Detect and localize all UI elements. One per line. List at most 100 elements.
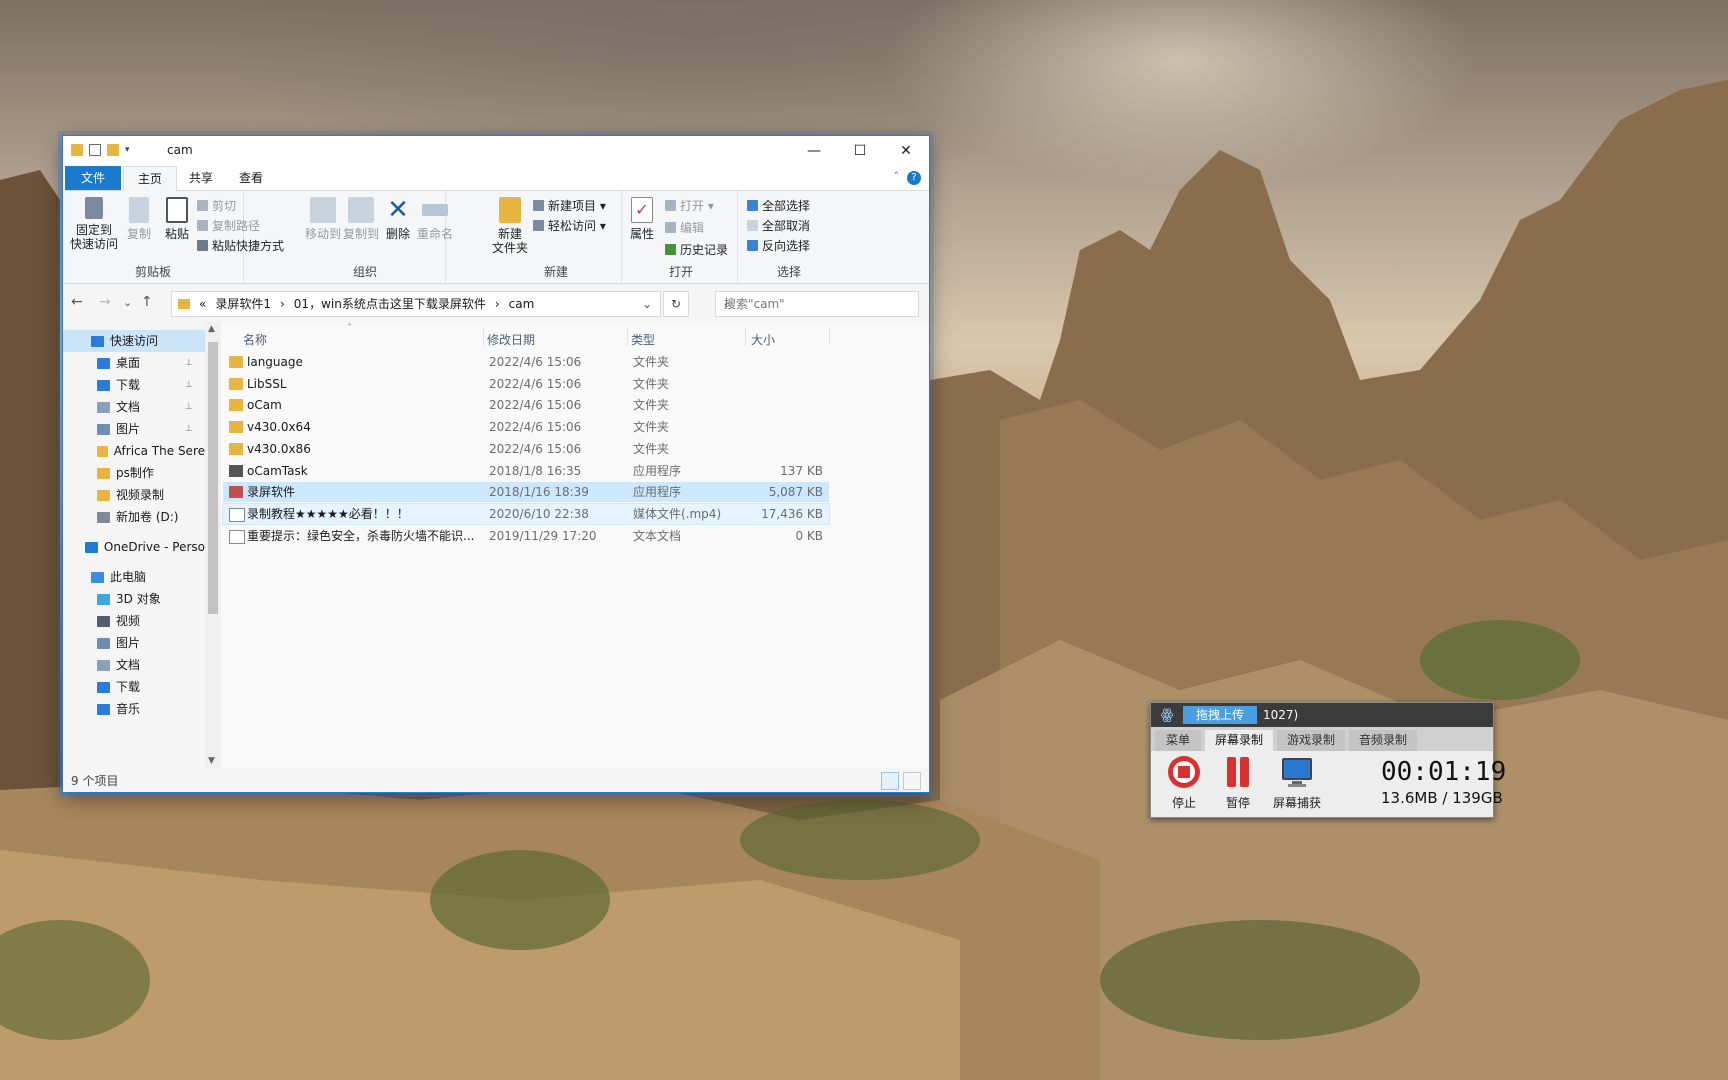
breadcrumb-item[interactable]: 录屏软件1 — [215, 292, 271, 316]
minimize-button[interactable]: — — [791, 136, 837, 166]
nav-item[interactable]: 快速访问 — [63, 330, 205, 352]
move-to-button[interactable]: 移动到 — [305, 197, 341, 241]
address-bar[interactable]: « 录屏软件1 › 01，win系统点击这里下载录屏软件 › cam ⌄ — [171, 291, 661, 317]
column-date[interactable]: 修改日期 — [487, 331, 535, 348]
screen-capture-button[interactable]: 屏幕捕获 — [1267, 755, 1327, 811]
nav-item[interactable]: 文档 ⊥ — [63, 396, 205, 418]
nav-item[interactable]: 音乐 — [63, 698, 205, 720]
properties-check-icon: ✓ — [631, 197, 653, 223]
breadcrumb-separator[interactable]: › — [280, 292, 285, 316]
nav-scrollbar[interactable]: ▲ ▼ — [205, 322, 221, 768]
recent-locations-button[interactable]: ⌄ — [123, 296, 132, 309]
select-all-button[interactable]: 全部选择 — [747, 197, 810, 214]
up-button[interactable]: ↑ — [141, 294, 153, 310]
title-bar[interactable]: ▾ cam — ☐ ✕ — [63, 136, 929, 166]
nav-item[interactable]: 下载 — [63, 676, 205, 698]
ocam-title-bar[interactable]: ꙮ 拖拽上传 1027) — [1151, 703, 1493, 727]
column-type[interactable]: 类型 — [631, 331, 655, 348]
easy-access-button[interactable]: 轻松访问 ▾ — [533, 217, 606, 234]
history-button[interactable]: 历史记录 — [665, 241, 728, 258]
pin-icon[interactable]: ⊥ — [185, 352, 193, 374]
file-row[interactable]: LibSSL 2022/4/6 15:06 文件夹 — [223, 374, 829, 394]
stop-button[interactable]: 停止 — [1159, 755, 1209, 811]
column-name[interactable]: 名称 — [243, 331, 267, 348]
column-size[interactable]: 大小 — [751, 331, 775, 348]
nav-item[interactable]: 新加卷 (D:) — [63, 506, 205, 528]
tab-audio-record[interactable]: 音频录制 — [1349, 730, 1417, 751]
copy-path-button[interactable]: 复制路径 — [197, 217, 260, 234]
open-button[interactable]: 打开 ▾ — [665, 197, 714, 214]
pin-icon[interactable]: ⊥ — [185, 374, 193, 396]
nav-item[interactable]: Africa The Sere — [63, 440, 205, 462]
nav-item[interactable]: 图片 — [63, 632, 205, 654]
tab-share[interactable]: 共享 — [179, 166, 223, 190]
paste-button[interactable]: 粘贴 — [159, 197, 195, 241]
tab-game-record[interactable]: 游戏录制 — [1277, 730, 1345, 751]
nav-item[interactable]: 视频录制 — [63, 484, 205, 506]
star-icon — [91, 335, 104, 347]
delete-button[interactable]: ✕ 删除 — [383, 197, 413, 241]
large-icons-view-icon[interactable] — [903, 772, 921, 790]
scroll-down-icon[interactable]: ▼ — [208, 756, 215, 766]
nav-item[interactable]: 视频 — [63, 610, 205, 632]
file-row[interactable]: 录制教程★★★★★必看！！！ 2020/6/10 22:38 媒体文件(.mp4) 1… — [222, 502, 830, 525]
stop-label: 停止 — [1171, 796, 1196, 810]
tab-view[interactable]: 查看 — [229, 166, 273, 190]
new-folder-icon[interactable] — [107, 144, 119, 156]
file-row[interactable]: 录屏软件 2018/1/16 18:39 应用程序 5,087 KB — [223, 482, 829, 503]
maximize-button[interactable]: ☐ — [837, 136, 883, 166]
new-item-button[interactable]: 新建项目 ▾ — [533, 197, 606, 214]
file-row[interactable]: language 2022/4/6 15:06 文件夹 — [223, 352, 829, 372]
pin-icon[interactable]: ⊥ — [185, 396, 193, 418]
scroll-up-icon[interactable]: ▲ — [208, 324, 215, 334]
breadcrumb-overflow[interactable]: « — [199, 292, 206, 316]
pause-button[interactable]: 暂停 — [1213, 755, 1263, 811]
help-icon[interactable]: ? — [907, 171, 921, 185]
scroll-thumb[interactable] — [208, 342, 218, 614]
close-button[interactable]: ✕ — [883, 136, 929, 166]
collapse-ribbon-icon[interactable]: ˄ — [894, 170, 900, 183]
nav-item[interactable]: 图片 ⊥ — [63, 418, 205, 440]
file-row[interactable]: v430.0x64 2022/4/6 15:06 文件夹 — [223, 417, 829, 437]
search-input[interactable]: 搜索"cam" ⌕ — [715, 291, 919, 317]
address-dropdown-icon[interactable]: ⌄ — [642, 292, 652, 316]
copy-button[interactable]: 复制 — [121, 197, 157, 241]
new-folder-button[interactable]: 新建 文件夹 — [491, 197, 529, 255]
properties-check-icon[interactable] — [89, 144, 101, 156]
forward-button[interactable]: → — [99, 294, 111, 310]
rename-button[interactable]: 重命名 — [413, 197, 457, 241]
edit-button[interactable]: 编辑 — [665, 219, 704, 236]
file-row[interactable]: v430.0x86 2022/4/6 15:06 文件夹 — [223, 439, 829, 459]
nav-item[interactable]: 桌面 ⊥ — [63, 352, 205, 374]
back-button[interactable]: ← — [71, 294, 83, 310]
file-row[interactable]: oCam 2022/4/6 15:06 文件夹 — [223, 395, 829, 415]
file-row[interactable]: oCamTask 2018/1/8 16:35 应用程序 137 KB — [223, 461, 829, 481]
file-row[interactable]: 重要提示：绿色安全，杀毒防火墙不能识... 2019/11/29 17:20 文本文… — [223, 526, 829, 546]
nav-item[interactable]: 此电脑 — [63, 566, 205, 588]
drag-upload-button[interactable]: 拖拽上传 — [1183, 706, 1257, 724]
refresh-button[interactable]: ↻ — [663, 291, 689, 317]
nav-item[interactable]: ps制作 — [63, 462, 205, 484]
nav-item[interactable]: 3D 对象 — [63, 588, 205, 610]
details-view-icon[interactable] — [881, 772, 899, 790]
pin-quick-access-button[interactable]: 固定到 快速访问 — [69, 197, 119, 251]
tab-screen-record[interactable]: 屏幕录制 — [1205, 730, 1273, 751]
pin-icon[interactable]: ⊥ — [185, 418, 193, 440]
copy-to-button[interactable]: 复制到 — [343, 197, 379, 241]
tab-menu[interactable]: 菜单 — [1155, 730, 1201, 751]
breadcrumb-separator[interactable]: › — [495, 292, 500, 316]
customize-toolbar-icon[interactable]: ▾ — [125, 145, 130, 155]
breadcrumb-item[interactable]: 01，win系统点击这里下载录屏软件 — [294, 292, 486, 316]
properties-button[interactable]: ✓ 属性 — [627, 197, 657, 241]
nav-item[interactable]: 下载 ⊥ — [63, 374, 205, 396]
nav-item[interactable]: OneDrive - Perso — [63, 536, 205, 558]
tab-file[interactable]: 文件 — [65, 166, 121, 190]
select-none-button[interactable]: 全部取消 — [747, 217, 810, 234]
nav-item[interactable]: 文档 — [63, 654, 205, 676]
tab-home[interactable]: 主页 — [123, 166, 177, 191]
breadcrumb-item[interactable]: cam — [509, 292, 535, 316]
paste-shortcut-button[interactable]: 粘贴快捷方式 — [197, 237, 284, 254]
cut-button[interactable]: 剪切 — [197, 197, 236, 214]
status-bar: 9 个项目 — [63, 768, 929, 792]
invert-selection-button[interactable]: 反向选择 — [747, 237, 810, 254]
